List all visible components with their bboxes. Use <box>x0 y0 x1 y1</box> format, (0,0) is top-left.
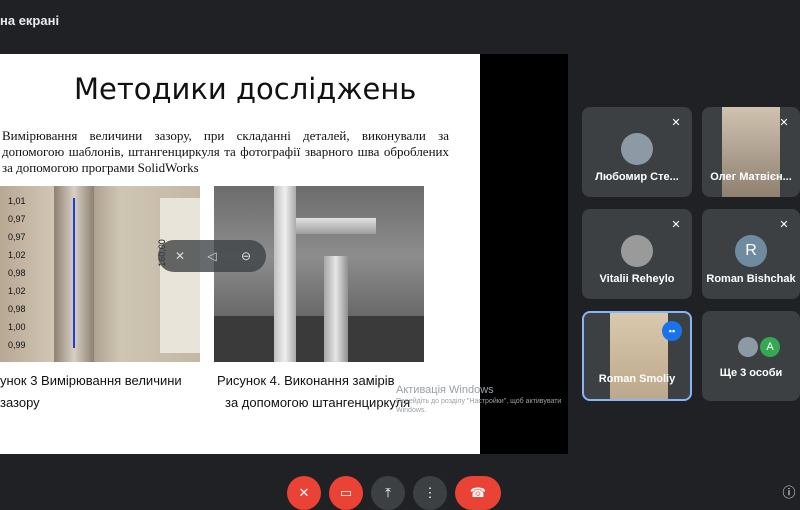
caliper-beam <box>274 186 296 362</box>
participant-name: Roman Bishchak <box>706 273 796 285</box>
presenting-label: на екрані <box>0 13 60 28</box>
mic-off-icon: ✕ <box>779 117 789 129</box>
mic-off-icon: ✕ <box>671 219 681 231</box>
measurement-label: 0,98 <box>8 304 26 314</box>
measurement-label: 1,01 <box>8 196 26 206</box>
ruler <box>160 198 200 353</box>
avatar <box>621 133 653 165</box>
camera-toggle-button[interactable]: ▭ <box>329 476 363 510</box>
participant-name: Vitalii Reheylo <box>599 273 675 285</box>
participant-tile[interactable]: ✕ Любомир Сте... <box>582 107 692 197</box>
participant-name: Roman Smoliy <box>598 373 676 385</box>
measurement-label: 1,02 <box>8 250 26 260</box>
remove-icon[interactable]: ⊖ <box>238 248 254 264</box>
measurement-label: 1,02 <box>8 286 26 296</box>
avatar <box>621 235 653 267</box>
measurement-label: 0,97 <box>8 214 26 224</box>
participant-tile[interactable]: ✕ Vitalii Reheylo <box>582 209 692 299</box>
end-call-button[interactable]: ☎ <box>455 476 501 510</box>
participant-video <box>722 107 780 197</box>
more-options-button[interactable]: ⋮ <box>413 476 447 510</box>
mic-off-icon: ✕ <box>671 117 681 129</box>
avatar <box>738 337 758 357</box>
mic-off-icon[interactable]: ✕ <box>172 248 188 264</box>
avatar: R <box>735 235 767 267</box>
more-participants-tile[interactable]: A Ще 3 особи <box>702 311 800 401</box>
caliper-photo <box>214 186 424 362</box>
participant-name: Ще 3 особи <box>719 367 783 379</box>
participant-name: Любомир Сте... <box>595 171 679 183</box>
weld-gap-photo: 160,00 1,01 0,97 0,97 1,02 0,98 1,02 0,9… <box>0 186 200 362</box>
top-bar: на екрані <box>0 0 800 40</box>
measurement-label: 0,98 <box>8 268 26 278</box>
figure-caption: унок 3 Вимірювання величини зазору <box>0 373 182 410</box>
measurement-label: 0,99 <box>8 340 26 350</box>
slide-body-text: Вимірювання величини зазору, при складан… <box>2 128 449 175</box>
speaking-icon: ▪▪ <box>662 321 682 341</box>
presentation-overlay-controls: ✕ ◁ ⊖ <box>158 240 266 272</box>
mic-toggle-button[interactable]: ✕ <box>287 476 321 510</box>
present-screen-button[interactable]: ⤒ <box>371 476 405 510</box>
volume-off-icon[interactable]: ◁ <box>204 248 220 264</box>
participant-video <box>610 313 668 399</box>
mic-off-icon: ✕ <box>779 219 789 231</box>
figure-caption: Рисунок 4. Виконання замірів за допомого… <box>217 373 411 410</box>
participant-tile-speaking[interactable]: ▪▪ Roman Smoliy <box>582 311 692 401</box>
windows-activation-watermark: Активація Windows Перейдіть до розділу "… <box>396 384 562 414</box>
measurement-label: 0,97 <box>8 232 26 242</box>
caliper-jaw <box>296 218 376 234</box>
measurement-label: 1,00 <box>8 322 26 332</box>
participant-tile[interactable]: ✕ R Roman Bishchak <box>702 209 800 299</box>
slide-title: Методики досліджень <box>74 72 417 106</box>
info-icon[interactable]: ⓘ <box>778 476 800 510</box>
caliper-slider <box>324 256 348 362</box>
workpiece <box>214 316 424 362</box>
avatar: A <box>760 337 780 357</box>
participant-tile[interactable]: ✕ Олег Матвієн... <box>702 107 800 197</box>
participant-name: Олег Матвієн... <box>710 171 792 183</box>
measure-line <box>73 198 75 348</box>
